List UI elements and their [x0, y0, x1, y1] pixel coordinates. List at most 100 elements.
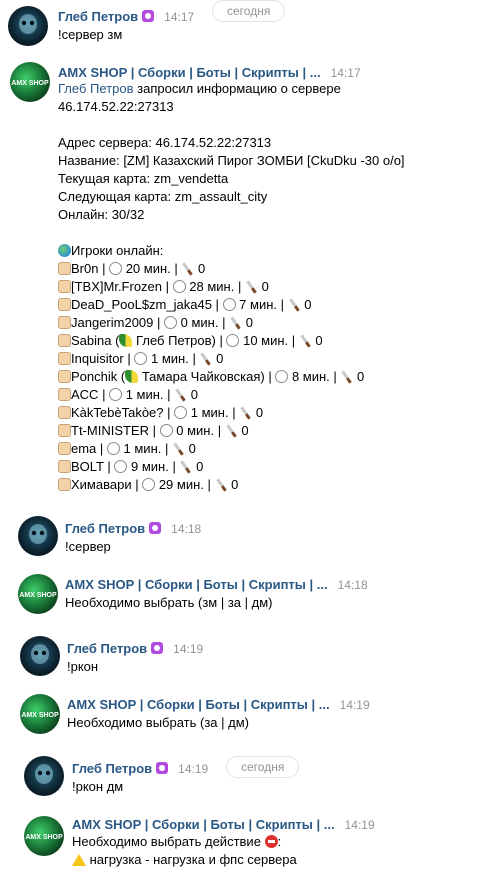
knife-icon [340, 370, 353, 383]
player-name: ACC [71, 387, 99, 402]
timestamp[interactable]: 14:18 [338, 578, 368, 592]
player-row: Inquisitor | 1 мин. | 0 [58, 350, 405, 368]
knife-icon [172, 442, 185, 455]
player-name: [TBX]Mr.Frozen [71, 279, 163, 294]
player-icon [58, 352, 71, 365]
message-text: !ркон дм [72, 779, 124, 794]
warning-icon [72, 854, 86, 866]
next-map: Следующая карта: zm_assault_city [58, 189, 268, 204]
timestamp[interactable]: 14:17 [331, 66, 361, 80]
player-name: Химавари [71, 477, 132, 492]
player-kills: 0 [190, 387, 198, 402]
svg-text:AMX SHOP: AMX SHOP [19, 592, 57, 599]
player-minutes: 1 мин. [125, 387, 164, 402]
message-header: Глеб Петров 14:19 [72, 761, 208, 777]
author-name[interactable]: Глеб Петров [65, 521, 145, 536]
beginner-icon [125, 370, 139, 383]
player-name: Sabina ( [71, 333, 120, 348]
author-name[interactable]: AMX SHOP | Сборки | Боты | Скрипты | ... [65, 577, 328, 592]
player-row: Jangerim2009 | 0 мин. | 0 [58, 314, 405, 332]
timestamp[interactable]: 14:19 [173, 642, 203, 656]
message-text-2: нагрузка - нагрузка и фпс сервера [89, 852, 297, 867]
server-ip: 46.174.52.22:27313 [58, 99, 174, 114]
avatar[interactable]: AMX SHOP [24, 816, 64, 856]
players-header: Игроки онлайн: [71, 243, 164, 258]
knife-icon [181, 262, 194, 275]
timestamp[interactable]: 14:18 [171, 522, 201, 536]
player-icon [58, 262, 71, 275]
player-minutes: 7 мин. [239, 297, 278, 312]
message-text: !сервер [65, 539, 111, 554]
globe-icon [58, 244, 71, 257]
knife-icon [299, 334, 312, 347]
avatar[interactable] [24, 756, 64, 796]
knife-icon [215, 478, 228, 491]
player-row: ACC | 1 мин. | 0 [58, 386, 405, 404]
author-name[interactable]: Глеб Петров [58, 9, 138, 24]
author-name[interactable]: AMX SHOP | Сборки | Боты | Скрипты | ... [72, 817, 335, 832]
player-kills: 0 [357, 369, 365, 384]
timestamp[interactable]: 14:17 [164, 10, 194, 24]
avatar[interactable] [20, 636, 60, 676]
amx-logo-icon: AMX SHOP [21, 712, 59, 719]
timestamp[interactable]: 14:19 [178, 762, 208, 776]
knife-icon [179, 460, 192, 473]
beginner-icon [119, 334, 133, 347]
timer-icon [222, 298, 236, 311]
player-minutes: 20 мин. [125, 261, 171, 276]
player-minutes: 1 мин. [190, 405, 229, 420]
player-row: [TBX]Mr.Frozen | 28 мин. | 0 [58, 278, 405, 296]
player-name: Tt-MINISTER [71, 423, 149, 438]
message-header: AMX SHOP | Сборки | Боты | Скрипты | ...… [65, 577, 368, 593]
mention-link[interactable]: Глеб Петров [58, 81, 134, 96]
knife-icon [229, 316, 242, 329]
player-name: Jangerim2009 [71, 315, 154, 330]
avatar[interactable] [18, 516, 58, 556]
timer-icon [159, 424, 173, 437]
timer-icon [172, 280, 186, 293]
knife-icon [245, 280, 258, 293]
player-row: Tt-MINISTER | 0 мин. | 0 [58, 422, 405, 440]
player-icon [58, 442, 71, 455]
amx-logo-icon: AMX SHOP [19, 592, 57, 599]
player-icon [58, 406, 71, 419]
message-text: Необходимо выбрать (зм | за | дм) [65, 595, 273, 610]
author-name[interactable]: AMX SHOP | Сборки | Боты | Скрипты | ... [58, 65, 321, 80]
player-row: Br0n | 20 мин. | 0 [58, 260, 405, 278]
knife-icon [174, 388, 187, 401]
message-header: AMX SHOP | Сборки | Боты | Скрипты | ...… [58, 65, 361, 81]
player-row: Химавари | 29 мин. | 0 [58, 476, 405, 494]
avatar[interactable] [8, 6, 48, 46]
timer-icon [164, 316, 177, 329]
message-text: !ркон [67, 659, 99, 674]
player-row: Sabina ( Глеб Петров) | 10 мин. | 0 [58, 332, 405, 350]
donut-badge-icon [151, 642, 164, 654]
author-name[interactable]: Глеб Петров [72, 761, 152, 776]
player-minutes: 28 мин. [189, 279, 235, 294]
player-kills: 0 [261, 279, 269, 294]
player-kills: 0 [241, 423, 249, 438]
author-name[interactable]: Глеб Петров [67, 641, 147, 656]
knife-icon [288, 298, 301, 311]
donut-badge-icon [156, 762, 169, 774]
author-name[interactable]: AMX SHOP | Сборки | Боты | Скрипты | ... [67, 697, 330, 712]
server-address: Адрес сервера: 46.174.52.22:27313 [58, 135, 272, 150]
player-tag: Глеб Петров) [136, 333, 216, 348]
player-name: Inquisitor [71, 351, 124, 366]
amx-logo-icon: AMX SHOP [25, 834, 63, 841]
player-kills: 0 [304, 297, 312, 312]
player-kills: 0 [245, 315, 253, 330]
avatar[interactable]: AMX SHOP [20, 694, 60, 734]
player-minutes: 29 мин. [158, 477, 204, 492]
timestamp[interactable]: 14:19 [345, 818, 375, 832]
knife-icon [225, 424, 238, 437]
timestamp[interactable]: 14:19 [340, 698, 370, 712]
player-minutes: 0 мин. [180, 315, 219, 330]
player-row: Ponchik ( Тамара Чайковская) | 8 мин. | … [58, 368, 405, 386]
avatar[interactable]: AMX SHOP [10, 62, 50, 102]
svg-text:AMX SHOP: AMX SHOP [11, 80, 49, 87]
player-name: ema [71, 441, 97, 456]
avatar[interactable]: AMX SHOP [18, 574, 58, 614]
player-name: BOLT [71, 459, 104, 474]
player-row: KàkTebèTakòe? | 1 мин. | 0 [58, 404, 405, 422]
